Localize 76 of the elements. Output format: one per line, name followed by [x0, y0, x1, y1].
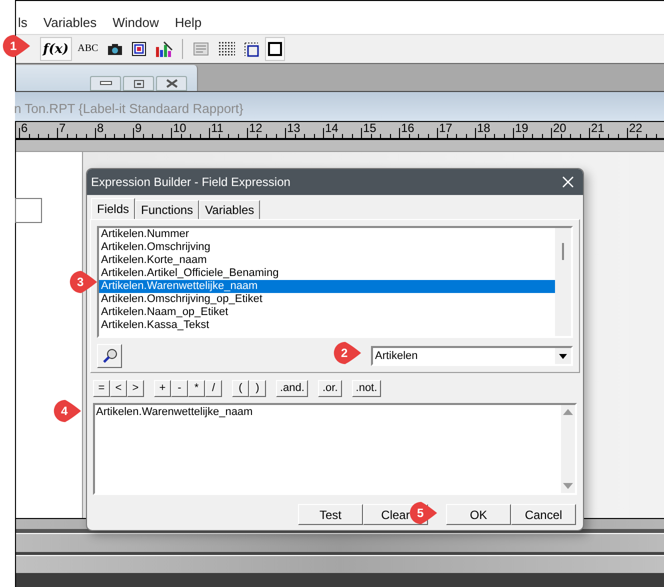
dialog-button[interactable]: Cancel — [511, 504, 576, 525]
toolbar-button[interactable]: ABC — [74, 37, 102, 61]
operator-button[interactable]: .not. — [352, 380, 382, 397]
callout-tooltip: 4 — [52, 399, 82, 423]
grid-icon — [219, 42, 236, 56]
field-list-item[interactable]: Artikelen.Omschrijving_op_Etiket — [99, 293, 555, 306]
ruler-number: 10 — [173, 122, 186, 134]
operator-button[interactable]: * — [188, 380, 205, 397]
dialog-tab[interactable]: Variables — [199, 200, 260, 219]
field-list-item[interactable]: Artikelen.Artikel_Officiele_Benaming — [99, 267, 555, 280]
field-list-item[interactable]: Artikelen.Omschrijving — [99, 241, 555, 254]
ruler-number: 19 — [515, 122, 528, 134]
operator-button[interactable]: > — [127, 380, 144, 397]
ruler-number: 18 — [477, 122, 490, 134]
field-list-item[interactable]: Artikelen.Korte_naam — [99, 254, 555, 267]
ruler-number: 13 — [287, 122, 300, 134]
operator-button[interactable]: .and. — [276, 380, 308, 397]
ruler-number: 12 — [249, 122, 262, 134]
ruler-number: 15 — [363, 122, 376, 134]
ruler-number: 8 — [97, 122, 104, 134]
menu-item[interactable]: Help — [174, 12, 202, 32]
menu-item[interactable]: Variables — [43, 12, 97, 32]
bar-chart-icon — [155, 41, 174, 57]
ruler-number: 7 — [59, 122, 66, 134]
field-list-item[interactable]: Artikelen.Nummer — [99, 228, 555, 241]
field-list-item[interactable]: Artikelen.Kassa_Tekst — [99, 319, 555, 332]
dialog-button[interactable]: OK — [446, 504, 511, 525]
picture-frame-icon — [132, 42, 146, 56]
maximize-button[interactable] — [123, 76, 154, 91]
dropdown-icon — [555, 348, 571, 364]
ruler-number: 6 — [21, 122, 28, 134]
operator-button[interactable]: < — [110, 380, 127, 397]
search-icon — [102, 348, 118, 364]
callout-tooltip: 5 — [408, 501, 438, 525]
callout-tooltip: 2 — [332, 341, 362, 365]
operator-button[interactable]: - — [171, 380, 188, 397]
dialog-title: Expression Builder - Field Expression — [91, 174, 290, 191]
close-icon — [166, 79, 178, 88]
close-button[interactable] — [156, 76, 187, 91]
operator-button[interactable]: / — [205, 380, 222, 397]
menu-item[interactable]: ls — [18, 12, 28, 32]
operator-button[interactable]: = — [93, 380, 110, 397]
ruler-number: 20 — [553, 122, 566, 134]
minimize-button[interactable] — [90, 76, 121, 91]
document-title: n Ton.RPT {Label-it Standaard Rapport} — [14, 100, 244, 118]
ruler-number: 9 — [135, 122, 142, 134]
camera-icon — [107, 42, 124, 56]
ruler-number: 14 — [325, 122, 338, 134]
ruler-number: 17 — [439, 122, 452, 134]
ruler-number: 11 — [211, 122, 224, 134]
callout-tooltip: 1 — [1, 34, 31, 58]
formula-icon: f(x) — [43, 42, 69, 56]
dialog-tab[interactable]: Functions — [135, 200, 200, 219]
operator-button[interactable]: .or. — [318, 380, 342, 397]
dialog-button[interactable]: Test — [298, 504, 363, 525]
operator-button[interactable]: ( — [232, 380, 249, 397]
ruler-number: 16 — [401, 122, 414, 134]
text-tool-icon: ABC — [78, 44, 98, 54]
table-select[interactable]: Artikelen — [371, 346, 573, 366]
minimize-icon — [100, 81, 112, 86]
toolbar-button[interactable] — [265, 37, 286, 61]
operator-button[interactable]: ) — [249, 380, 266, 397]
text-frame-icon — [192, 42, 210, 56]
field-list-item[interactable]: Artikelen.Warenwettelijke_naam — [99, 280, 555, 293]
operator-button[interactable]: + — [154, 380, 171, 397]
callout-tooltip: 3 — [68, 270, 98, 294]
toolbar-button[interactable]: f(x) — [40, 37, 72, 61]
rectangle-icon — [268, 42, 282, 56]
ruler-number: 22 — [629, 122, 642, 134]
ruler-number: 21 — [591, 122, 604, 134]
search-button[interactable] — [97, 344, 122, 368]
field-list-item[interactable]: Artikelen.Naam_op_Etiket — [99, 306, 555, 319]
dialog-tab[interactable]: Fields — [91, 198, 136, 219]
maximize-icon — [134, 80, 144, 88]
snap-grid-icon — [244, 42, 260, 56]
menu-item[interactable]: Window — [112, 12, 159, 32]
